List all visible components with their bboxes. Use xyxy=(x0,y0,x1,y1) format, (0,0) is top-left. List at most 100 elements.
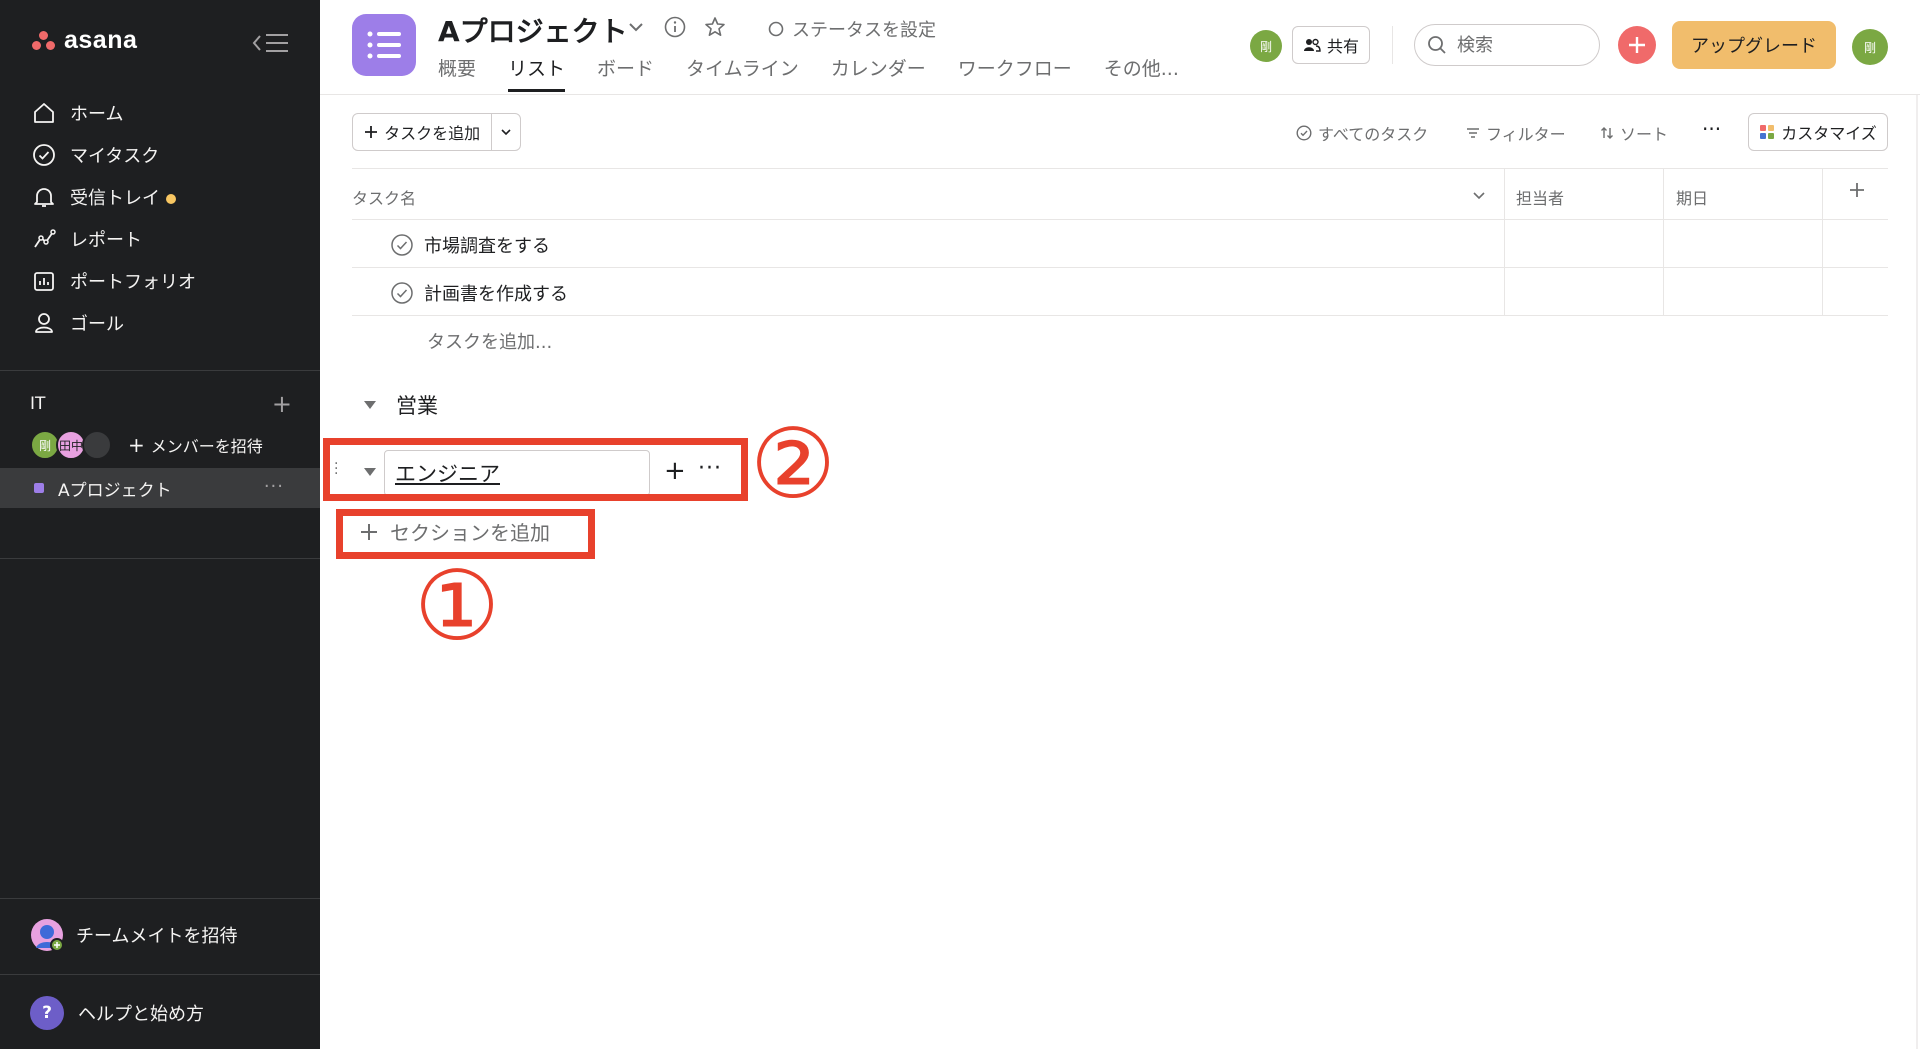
chevron-down-icon[interactable] xyxy=(1472,187,1486,206)
annotation-box-2 xyxy=(323,438,748,501)
filter-button[interactable]: フィルター xyxy=(1466,121,1566,145)
share-label: 共有 xyxy=(1326,37,1359,56)
search-icon xyxy=(1428,36,1446,54)
caret-down-icon[interactable] xyxy=(362,399,378,411)
project-tabs: 概要 リスト ボード タイムライン カレンダー ワークフロー その他... xyxy=(438,52,1179,92)
more-options-icon[interactable]: ··· xyxy=(1702,117,1721,141)
scroll-track xyxy=(1916,95,1918,1049)
sidebar-item-reports[interactable]: レポート xyxy=(0,218,320,260)
add-task-button[interactable]: タスクを追加 xyxy=(353,114,493,150)
sidebar-item-inbox[interactable]: 受信トレイ xyxy=(0,176,320,218)
add-task-inline[interactable]: タスクを追加... xyxy=(427,328,552,354)
sidebar-item-label: ホーム xyxy=(70,104,124,125)
set-status-button[interactable]: ステータスを設定 xyxy=(768,16,936,42)
people-icon xyxy=(1303,38,1321,52)
add-project-icon[interactable]: + xyxy=(272,392,292,416)
tab-workflow[interactable]: ワークフロー xyxy=(958,52,1072,92)
add-task-split-button: タスクを追加 xyxy=(352,113,521,151)
task-name[interactable]: 市場調査をする xyxy=(424,232,550,258)
upgrade-button[interactable]: アップグレード xyxy=(1672,21,1836,69)
tab-board[interactable]: ボード xyxy=(597,52,654,92)
project-list-icon[interactable] xyxy=(352,14,416,76)
asana-logo[interactable]: asana xyxy=(32,26,137,55)
column-header-due-date[interactable]: 期日 xyxy=(1676,185,1708,209)
table-header: タスク名 担当者 期日 xyxy=(352,168,1888,220)
member-avatar-wrap: 剛 xyxy=(1250,26,1282,66)
sidebar-item-project[interactable]: Aプロジェクト ··· xyxy=(0,468,320,508)
set-status-label: ステータスを設定 xyxy=(792,20,936,41)
tab-overview[interactable]: 概要 xyxy=(438,52,476,92)
logo-text: asana xyxy=(64,26,138,54)
add-task-dropdown[interactable] xyxy=(492,114,520,150)
invite-members-button[interactable]: + メンバーを招待 xyxy=(128,433,263,457)
column-header-assignee[interactable]: 担当者 xyxy=(1516,185,1564,209)
team-name[interactable]: IT xyxy=(30,394,45,414)
search-field[interactable] xyxy=(1414,24,1600,66)
header-divider xyxy=(1392,26,1393,64)
sidebar-item-label: レポート xyxy=(70,230,142,251)
bell-icon xyxy=(34,188,54,207)
table-row[interactable]: 市場調査をする xyxy=(352,220,1888,268)
chart-line-icon xyxy=(34,229,56,248)
task-name[interactable]: 計画書を作成する xyxy=(424,280,568,306)
sidebar-item-label: 受信トレイ xyxy=(70,184,176,210)
share-button[interactable]: 共有 xyxy=(1292,26,1370,64)
create-button[interactable] xyxy=(1618,26,1656,64)
sidebar-item-portfolio[interactable]: ポートフォリオ xyxy=(0,260,320,302)
tab-calendar[interactable]: カレンダー xyxy=(831,52,926,92)
sidebar-divider xyxy=(0,974,320,975)
section-header[interactable]: 営業 xyxy=(362,390,438,420)
customize-label: カスタマイズ xyxy=(1781,124,1877,143)
add-column-icon[interactable] xyxy=(1848,181,1866,203)
star-icon[interactable] xyxy=(704,16,726,42)
collapse-sidebar-icon[interactable] xyxy=(252,30,290,56)
table-row[interactable]: 計画書を作成する xyxy=(352,268,1888,316)
more-icon[interactable]: ··· xyxy=(264,476,284,497)
user-avatar[interactable]: 剛 xyxy=(1852,29,1888,65)
invite-members-label: メンバーを招待 xyxy=(150,437,263,456)
search-input[interactable] xyxy=(1457,34,1587,56)
customize-button[interactable]: カスタマイズ xyxy=(1748,113,1888,151)
invite-teammate-button[interactable]: チームメイトを招待 xyxy=(30,918,237,952)
help-label: ヘルプと始め方 xyxy=(78,1004,204,1025)
all-tasks-button[interactable]: すべてのタスク xyxy=(1296,121,1428,145)
sidebar-item-label: ポートフォリオ xyxy=(70,272,196,293)
sidebar-divider xyxy=(0,898,320,899)
annotation-number-1: ① xyxy=(414,550,501,662)
teammate-avatar-icon xyxy=(31,919,64,952)
avatar[interactable] xyxy=(82,430,112,460)
check-circle-icon xyxy=(33,144,55,166)
filter-label: フィルター xyxy=(1486,125,1566,144)
annotation-number-2: ② xyxy=(750,408,837,520)
column-header-task-name[interactable]: タスク名 xyxy=(352,185,416,209)
project-color-square xyxy=(34,483,44,493)
sidebar-item-label: ゴール xyxy=(70,314,124,335)
tab-timeline[interactable]: タイムライン xyxy=(686,52,799,92)
complete-task-icon[interactable] xyxy=(390,281,414,305)
sidebar-item-home[interactable]: ホーム xyxy=(0,92,320,134)
sort-label: ソート xyxy=(1620,125,1669,144)
sidebar-item-my-tasks[interactable]: マイタスク xyxy=(0,134,320,176)
home-icon xyxy=(34,103,54,123)
unread-dot xyxy=(166,194,176,204)
complete-task-icon[interactable] xyxy=(390,233,414,257)
team-members: 剛 田中 + メンバーを招待 xyxy=(30,430,263,460)
tab-more[interactable]: その他... xyxy=(1104,52,1179,92)
help-button[interactable]: ? ヘルプと始め方 xyxy=(30,996,204,1030)
sort-button[interactable]: ソート xyxy=(1600,121,1668,145)
customize-grid-icon xyxy=(1760,125,1775,139)
project-header: Aプロジェクト ステータスを設定 概要 リスト ボード タイムライン カレンダー… xyxy=(320,0,1920,95)
chevron-down-icon[interactable] xyxy=(626,17,646,41)
info-icon[interactable] xyxy=(664,16,686,42)
sort-icon xyxy=(1601,127,1613,139)
plus-icon xyxy=(365,126,378,138)
section-name[interactable]: 営業 xyxy=(396,390,438,420)
person-goal-icon xyxy=(35,313,53,333)
tab-list[interactable]: リスト xyxy=(508,52,566,92)
status-circle-icon xyxy=(768,21,784,37)
filter-icon xyxy=(1467,128,1479,138)
avatar[interactable]: 剛 xyxy=(1250,30,1282,62)
user-avatar-wrap: 剛 xyxy=(1852,27,1888,67)
title-actions: ステータスを設定 xyxy=(626,16,936,42)
sidebar-item-goals[interactable]: ゴール xyxy=(0,302,320,344)
